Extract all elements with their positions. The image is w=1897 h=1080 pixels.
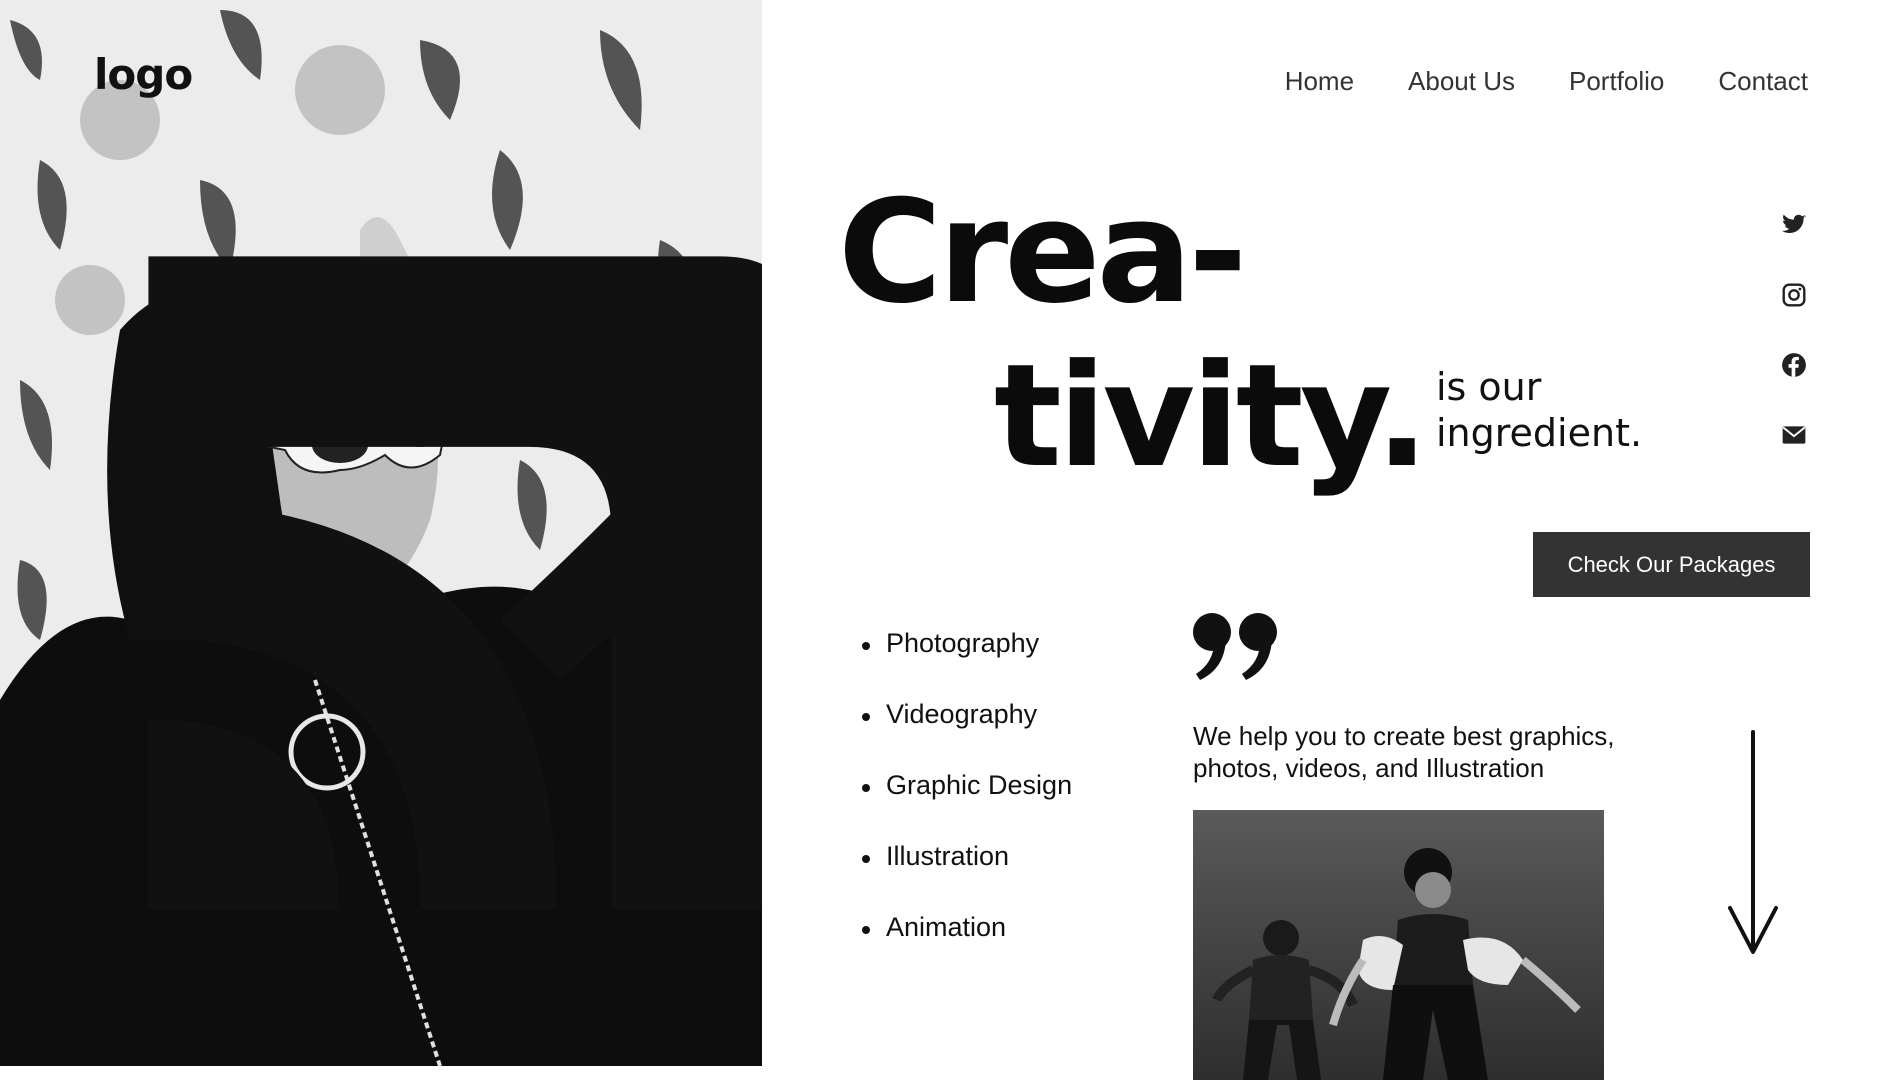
services-list: Photography Videography Graphic Design I… — [862, 628, 1072, 983]
list-item: Illustration — [862, 841, 1072, 912]
dancers-photo — [1193, 810, 1604, 1080]
nav-portfolio[interactable]: Portfolio — [1569, 66, 1664, 97]
nav-about-us[interactable]: About Us — [1408, 66, 1515, 97]
list-item: Graphic Design — [862, 770, 1072, 841]
dancers-photo-illustration — [1193, 810, 1604, 1080]
logo[interactable]: logo — [94, 50, 762, 910]
rss-feed-icon — [148, 256, 762, 910]
twitter-icon[interactable] — [1781, 212, 1807, 238]
headline-line-2: tivity. — [994, 334, 1429, 499]
quote-text: We help you to create best graphics, pho… — [1193, 721, 1615, 783]
headline-line-1: Crea- — [838, 170, 1247, 335]
instagram-icon[interactable] — [1781, 282, 1807, 308]
nav-home[interactable]: Home — [1285, 66, 1354, 97]
main-nav: Home About Us Portfolio Contact — [1285, 66, 1808, 97]
list-item: Photography — [862, 628, 1072, 699]
tagline: is our ingredient. — [1436, 365, 1643, 455]
envelope-icon[interactable] — [1781, 422, 1807, 448]
list-item: Videography — [862, 699, 1072, 770]
hero-photo: logo — [0, 0, 762, 1066]
facebook-icon[interactable] — [1781, 352, 1807, 378]
check-packages-button[interactable]: Check Our Packages — [1533, 532, 1810, 597]
social-links — [1781, 212, 1807, 448]
nav-contact[interactable]: Contact — [1718, 66, 1808, 97]
list-item: Animation — [862, 912, 1072, 983]
quotation-mark-icon — [1193, 613, 1277, 680]
arrow-down-icon[interactable] — [1726, 728, 1780, 958]
